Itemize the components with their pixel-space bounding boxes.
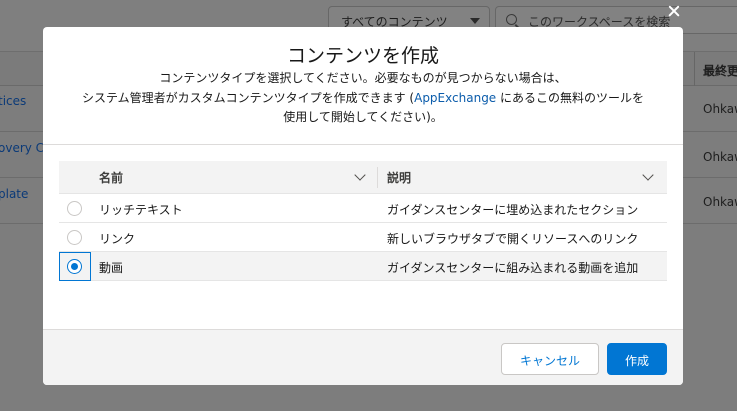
- column-description-label: 説明: [387, 171, 412, 185]
- column-divider: [377, 167, 378, 188]
- create-content-modal: コンテンツを作成 コンテンツタイプを選択してください。必要なものが見つからない場…: [43, 27, 683, 385]
- radio-button-selected[interactable]: [67, 259, 82, 274]
- modal-title: コンテンツを作成: [286, 45, 439, 67]
- radio-cell[interactable]: [59, 223, 91, 252]
- description-line-2-end: にあるこの無料のツールを: [496, 90, 645, 105]
- close-icon[interactable]: [666, 3, 682, 19]
- caret-down-icon: [470, 18, 480, 24]
- row-owner: Ohkaw: [703, 102, 737, 116]
- appexchange-link[interactable]: AppExchange: [414, 91, 496, 105]
- description-line-2-start: システム管理者がカスタムコンテンツタイプを作成できます (: [81, 90, 415, 105]
- row-title-link[interactable]: plate: [0, 187, 28, 201]
- search-icon: [506, 14, 517, 25]
- row-owner: Ohkaw: [703, 195, 737, 209]
- content-type-description: 新しいブラウザタブで開くリソースへのリンク: [387, 232, 639, 246]
- column-header-description[interactable]: 説明: [387, 161, 667, 194]
- modal-header: コンテンツを作成 コンテンツタイプを選択してください。必要なものが見つからない場…: [43, 27, 683, 145]
- content-type-row-video[interactable]: 動画 ガイダンスセンターに組み込まれる動画を追加: [59, 252, 667, 281]
- radio-button[interactable]: [67, 201, 82, 216]
- column-last-modified: 最終更: [703, 64, 737, 78]
- column-divider: [694, 52, 695, 86]
- cancel-button[interactable]: キャンセル: [501, 343, 599, 375]
- content-type-name: リッチテキスト: [99, 203, 183, 217]
- description-line-2: システム管理者がカスタムコンテンツタイプを作成できます (AppExchange…: [43, 89, 683, 109]
- content-type-name: 動画: [99, 261, 124, 275]
- column-header-name[interactable]: 名前: [99, 161, 369, 194]
- description-line-1: コンテンツタイプを選択してください。必要なものが見つからない場合は、: [159, 71, 567, 85]
- content-type-table: 名前 説明 リッチテキスト ガイダンスセンターに埋め込まれたセクション リンク …: [59, 161, 667, 281]
- row-owner: Ohkaw: [703, 150, 737, 164]
- column-name-label: 名前: [99, 171, 124, 185]
- content-type-description: ガイダンスセンターに埋め込まれたセクション: [387, 203, 639, 217]
- create-button[interactable]: 作成: [607, 343, 667, 375]
- modal-footer: キャンセル 作成: [43, 329, 683, 385]
- table-header: 名前 説明: [59, 161, 667, 194]
- radio-button[interactable]: [67, 230, 82, 245]
- content-type-name: リンク: [99, 232, 136, 246]
- content-type-description: ガイダンスセンターに組み込まれる動画を追加: [387, 261, 639, 275]
- content-type-row-link[interactable]: リンク 新しいブラウザタブで開くリソースへのリンク: [59, 223, 667, 252]
- radio-cell[interactable]: [59, 252, 91, 281]
- description-line-3: 使用して開始してください)。: [283, 110, 443, 124]
- row-title-link[interactable]: tices: [0, 94, 26, 108]
- radio-cell[interactable]: [59, 194, 91, 223]
- content-type-row-rich-text[interactable]: リッチテキスト ガイダンスセンターに埋め込まれたセクション: [59, 194, 667, 223]
- modal-body: 名前 説明 リッチテキスト ガイダンスセンターに埋め込まれたセクション リンク …: [43, 145, 683, 329]
- modal-description: コンテンツタイプを選択してください。必要なものが見つからない場合は、 システム管…: [43, 69, 683, 128]
